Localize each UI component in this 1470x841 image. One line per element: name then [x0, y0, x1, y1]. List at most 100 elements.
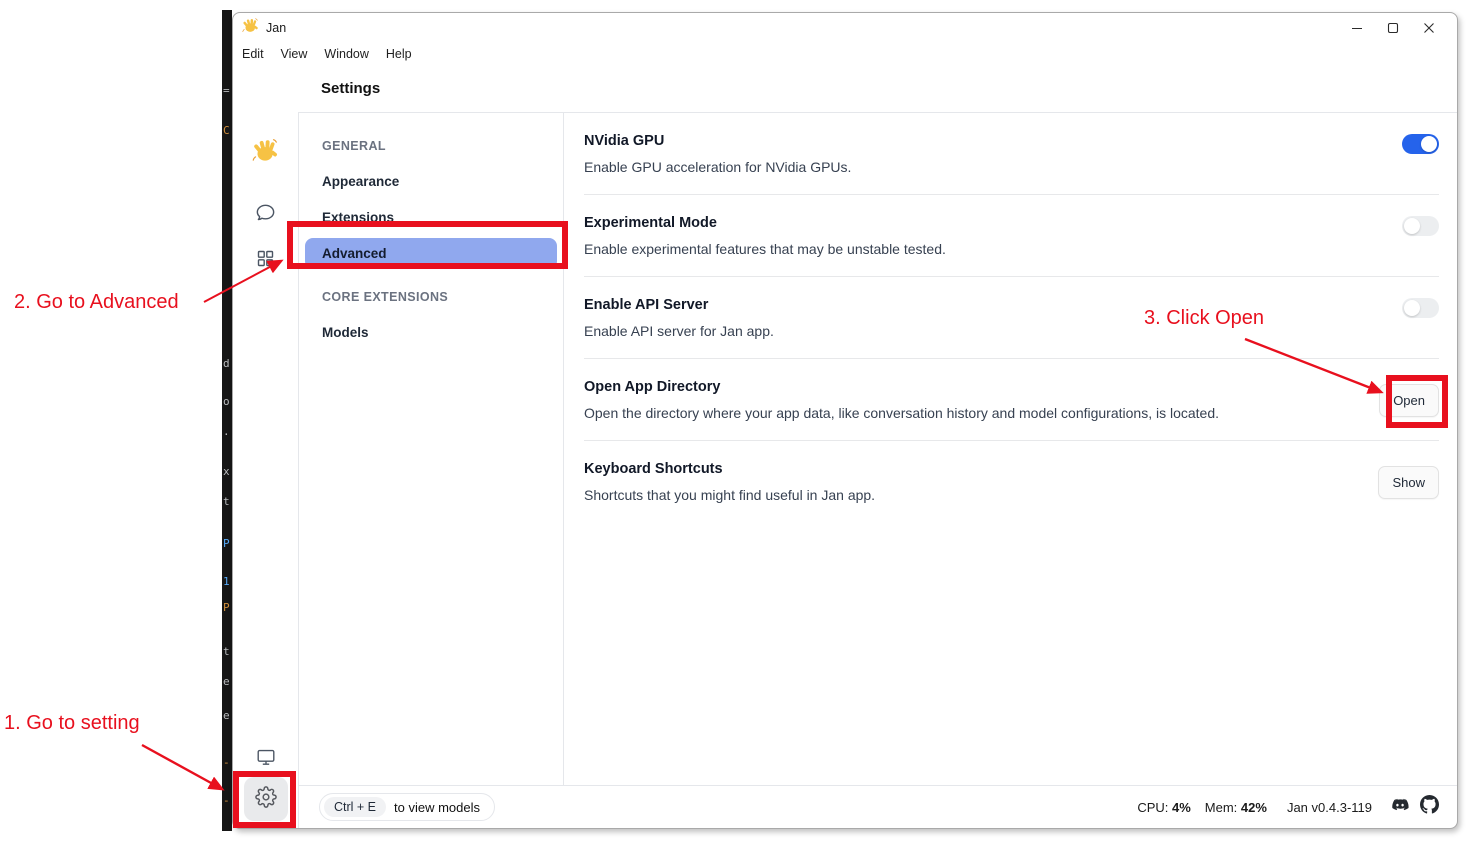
shortcut-hint-pill[interactable]: Ctrl + E to view models [319, 793, 495, 821]
jan-app-window: Jan Edit View Window Help [232, 12, 1458, 829]
system-status: CPU: 4% Mem: 42% Jan v0.4.3-119 [1137, 795, 1439, 820]
nav-item-extensions[interactable]: Extensions [305, 202, 557, 233]
setting-control: Show [1378, 466, 1439, 499]
toggle-knob [1404, 300, 1420, 316]
setting-title: Enable API Server [584, 297, 774, 313]
memory-usage: Mem: 42% [1205, 800, 1267, 815]
annotation-step-1: 1. Go to setting [4, 712, 140, 735]
wave-hand-icon [242, 17, 259, 39]
app-version: Jan v0.4.3-119 [1287, 800, 1372, 815]
setting-text: Keyboard Shortcuts Shortcuts that you mi… [584, 461, 875, 503]
sidebar-item-system-monitor[interactable] [244, 746, 288, 772]
apps-grid-icon [255, 248, 276, 274]
close-icon[interactable] [1411, 15, 1447, 41]
title-bar-left: Jan [242, 17, 286, 39]
setting-description: Enable GPU acceleration for NVidia GPUs. [584, 159, 851, 175]
maximize-icon[interactable] [1375, 15, 1411, 41]
setting-text: NVidia GPU Enable GPU acceleration for N… [584, 133, 851, 175]
window-title: Jan [266, 21, 286, 35]
arrow-to-settings-gear [142, 745, 222, 789]
terminal-text-fragment: e [223, 676, 230, 687]
nav-spacer [305, 274, 557, 286]
shortcut-key-badge: Ctrl + E [324, 797, 386, 817]
setting-description: Enable experimental features that may be… [584, 241, 946, 257]
terminal-text-fragment: t [223, 496, 230, 507]
nav-section-core-extensions: CORE EXTENSIONS [305, 290, 557, 304]
terminal-text-fragment: P [223, 538, 230, 549]
terminal-text-fragment: 1 [223, 576, 230, 587]
menu-window[interactable]: Window [324, 47, 368, 61]
cpu-usage: CPU: 4% [1137, 800, 1190, 815]
icon-sidebar-bottom [244, 746, 288, 821]
setting-row-keyboard-shortcuts: Keyboard Shortcuts Shortcuts that you mi… [584, 441, 1439, 522]
setting-title: NVidia GPU [584, 133, 851, 149]
terminal-text-fragment: - [223, 795, 230, 806]
settings-area: Settings GENERAL Appearance Extensions A… [298, 65, 1457, 828]
api-server-toggle[interactable] [1402, 298, 1439, 318]
nav-item-appearance[interactable]: Appearance [305, 166, 557, 197]
monitor-icon [255, 746, 277, 773]
setting-description: Enable API server for Jan app. [584, 323, 774, 339]
toggle-knob [1404, 218, 1420, 234]
terminal-text-fragment: C [223, 125, 230, 136]
setting-text: Experimental Mode Enable experimental fe… [584, 215, 946, 257]
minimize-icon[interactable] [1339, 15, 1375, 41]
title-bar: Jan [233, 13, 1457, 43]
experimental-mode-toggle[interactable] [1402, 216, 1439, 236]
nav-section-general: GENERAL [305, 139, 557, 153]
gear-icon [255, 786, 277, 813]
setting-title: Open App Directory [584, 379, 1219, 395]
github-icon[interactable] [1420, 795, 1439, 819]
toggle-knob [1421, 136, 1437, 152]
annotation-step-3: 3. Click Open [1144, 307, 1264, 330]
shortcut-hint-text: to view models [394, 800, 480, 815]
page-background: = Cd o. x t P 1 Pt e e - - [0, 0, 1470, 841]
nav-item-models[interactable]: Models [305, 317, 557, 348]
nav-item-advanced[interactable]: Advanced [305, 238, 557, 269]
setting-row-api-server: Enable API Server Enable API server for … [584, 277, 1439, 359]
app-body: Settings GENERAL Appearance Extensions A… [233, 65, 1457, 828]
setting-title: Experimental Mode [584, 215, 946, 231]
terminal-text-fragment: x [223, 466, 230, 477]
terminal-text-fragment: o [223, 396, 230, 407]
settings-nav: GENERAL Appearance Extensions Advanced C… [299, 113, 564, 785]
settings-panel: NVidia GPU Enable GPU acceleration for N… [564, 113, 1457, 785]
setting-control: Open [1379, 384, 1439, 417]
terminal-text-fragment: P [223, 602, 230, 613]
setting-row-app-directory: Open App Directory Open the directory wh… [584, 359, 1439, 441]
discord-icon[interactable] [1390, 795, 1410, 820]
terminal-text-fragment: e [223, 710, 230, 721]
background-terminal-window: = Cd o. x t P 1 Pt e e - - [222, 10, 232, 831]
show-shortcuts-button[interactable]: Show [1378, 466, 1439, 499]
sidebar-item-settings[interactable] [244, 777, 288, 821]
setting-title: Keyboard Shortcuts [584, 461, 875, 477]
menu-edit[interactable]: Edit [242, 47, 264, 61]
terminal-text-fragment: = [223, 85, 230, 96]
setting-control [1402, 298, 1439, 318]
status-bar: Ctrl + E to view models CPU: 4% Mem: 42%… [298, 785, 1457, 828]
settings-header: Settings [298, 65, 1457, 113]
terminal-text-fragment: d [223, 358, 230, 369]
menu-bar: Edit View Window Help [233, 43, 1457, 65]
menu-help[interactable]: Help [386, 47, 412, 61]
setting-text: Open App Directory Open the directory wh… [584, 379, 1219, 421]
terminal-text-fragment: t [223, 646, 230, 657]
chat-bubble-icon [254, 201, 277, 229]
setting-description: Open the directory where your app data, … [584, 405, 1219, 421]
terminal-text-fragment: . [223, 426, 230, 437]
setting-text: Enable API Server Enable API server for … [584, 297, 774, 339]
annotation-step-2: 2. Go to Advanced [14, 291, 179, 314]
sidebar-item-home[interactable] [244, 135, 288, 171]
sidebar-item-chat[interactable] [244, 197, 288, 233]
wave-hand-icon [252, 137, 279, 169]
terminal-text-fragment: - [223, 757, 230, 768]
setting-row-experimental-mode: Experimental Mode Enable experimental fe… [584, 195, 1439, 277]
icon-sidebar [233, 65, 298, 828]
menu-view[interactable]: View [281, 47, 308, 61]
settings-content: GENERAL Appearance Extensions Advanced C… [298, 113, 1457, 785]
open-app-directory-button[interactable]: Open [1379, 384, 1439, 417]
nvidia-gpu-toggle[interactable] [1402, 134, 1439, 154]
setting-description: Shortcuts that you might find useful in … [584, 487, 875, 503]
status-links [1390, 795, 1439, 820]
sidebar-item-hub[interactable] [244, 243, 288, 279]
